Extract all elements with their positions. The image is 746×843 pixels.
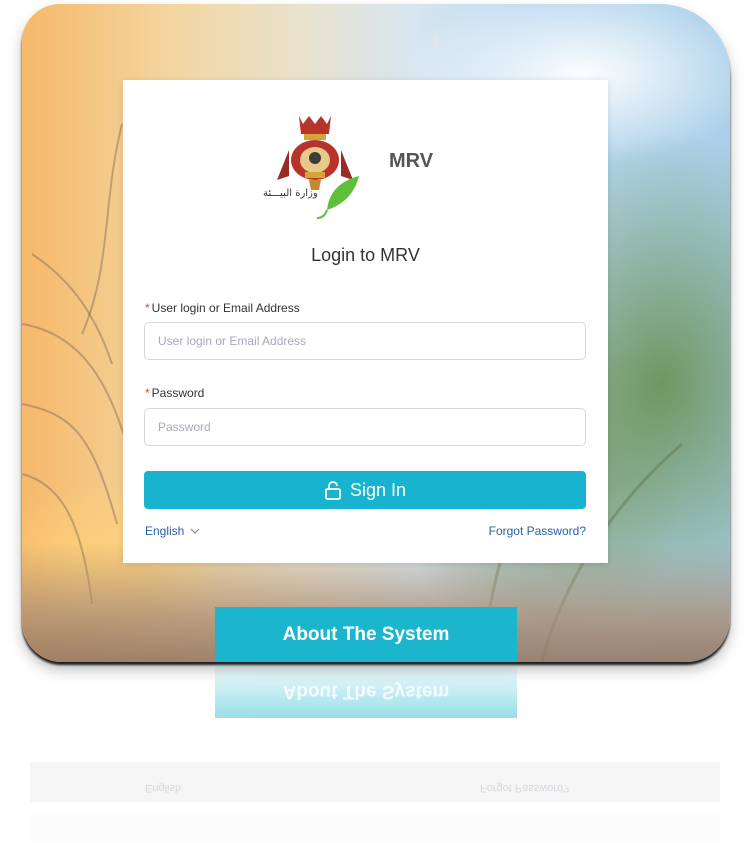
language-select[interactable]: English [145,524,200,538]
required-mark: * [145,301,150,315]
password-label: * Password [145,386,205,400]
reflection-band [30,762,720,802]
brand-name: MRV [389,150,434,172]
chevron-down-icon [190,528,200,534]
username-input[interactable] [144,322,586,360]
username-label: * User login or Email Address [145,301,300,315]
page-title: Login to MRV [311,245,420,265]
language-label: English [145,524,185,538]
ministry-logo-text: وزارة البيـــئة [263,188,318,199]
forgot-reflection: Forgot Password? [480,782,570,794]
required-mark: * [145,386,150,400]
sign-in-button[interactable]: Sign In [144,471,586,509]
unlock-icon [325,481,341,500]
reflection: About The System English Forgot Password… [0,664,746,843]
about-reflection: About The System [215,664,517,718]
language-reflection: English [145,782,182,794]
sign-in-label: Sign In [349,479,407,500]
reflection-band [30,814,720,842]
ministry-logo [277,116,359,219]
about-system-button[interactable]: About The System [215,607,517,662]
forgot-password-link[interactable]: Forgot Password? [489,524,586,538]
login-card: وزارة البيـــئة MRV Login to MRV * User l… [123,80,608,563]
password-input[interactable] [144,408,586,446]
